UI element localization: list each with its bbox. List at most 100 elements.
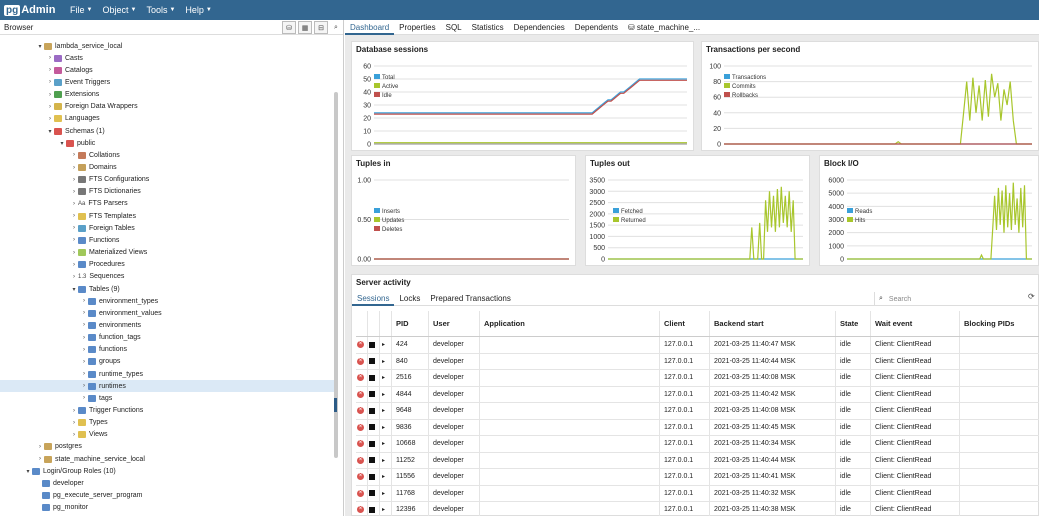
cancel-query-icon[interactable] [369, 490, 375, 497]
tree-node[interactable]: › functions [80, 344, 127, 356]
chevron-right-icon[interactable]: › [80, 371, 88, 377]
expand-row-icon[interactable]: ▸ [382, 341, 385, 348]
chevron-right-icon[interactable]: › [70, 250, 78, 256]
chevron-right-icon[interactable]: › [70, 152, 78, 158]
terminate-session-icon[interactable]: × [357, 456, 364, 464]
chevron-right-icon[interactable]: › [80, 310, 88, 316]
tree-node[interactable]: › environment_types [80, 295, 158, 307]
scrollbar-thumb[interactable] [334, 398, 337, 412]
tree-node[interactable]: › tags [80, 392, 112, 404]
tree-node[interactable]: › Languages [46, 113, 100, 125]
chevron-right-icon[interactable]: › [70, 189, 78, 195]
chevron-down-icon[interactable]: ▾ [58, 140, 66, 147]
table-row[interactable]: × ▸ 11768 developer 127.0.0.1 2021-03-25 11:4… [356, 485, 1039, 502]
column-header[interactable]: User [429, 311, 480, 336]
tab-query-tool[interactable]: ⛁ state_machine_... [623, 20, 705, 35]
cancel-query-icon[interactable] [369, 473, 375, 480]
menu-file[interactable]: File ▼ [70, 5, 92, 15]
column-header[interactable]: Wait event [871, 311, 960, 336]
cancel-query-icon[interactable] [369, 440, 375, 447]
tree-node[interactable]: › Foreign Data Wrappers [46, 101, 138, 113]
chevron-right-icon[interactable]: › [46, 55, 54, 61]
search-box[interactable]: ⌕ Search [874, 292, 1026, 306]
terminate-session-icon[interactable]: × [357, 506, 364, 514]
cancel-query-icon[interactable] [369, 341, 375, 348]
cancel-query-icon[interactable] [369, 391, 375, 398]
table-row[interactable]: × ▸ 9648 developer 127.0.0.1 2021-03-25 11:40… [356, 403, 1039, 420]
menu-object[interactable]: Object ▼ [102, 5, 136, 15]
tab-statistics[interactable]: Statistics [467, 20, 509, 35]
tab-locks[interactable]: Locks [394, 292, 425, 306]
terminate-session-icon[interactable]: × [357, 473, 364, 481]
cancel-query-icon[interactable] [369, 424, 375, 431]
table-row[interactable]: × ▸ 11556 developer 127.0.0.1 2021-03-25 11:4… [356, 469, 1039, 486]
terminate-session-icon[interactable]: × [357, 341, 364, 349]
chevron-right-icon[interactable]: › [70, 225, 78, 231]
tree-node[interactable]: › FTS Configurations [70, 174, 149, 186]
chevron-right-icon[interactable]: › [80, 359, 88, 365]
expand-row-icon[interactable]: ▸ [382, 473, 385, 480]
chevron-right-icon[interactable]: › [46, 67, 54, 73]
chevron-down-icon[interactable]: ▾ [46, 128, 54, 135]
query-tool-icon[interactable]: ⛁ [282, 21, 296, 34]
menu-tools[interactable]: Tools ▼ [146, 5, 175, 15]
column-header[interactable]: Client [660, 311, 710, 336]
tree-node[interactable]: pg_monitor [34, 502, 88, 514]
column-header[interactable]: State [836, 311, 871, 336]
cancel-query-icon[interactable] [369, 374, 375, 381]
tree-node[interactable]: ▾ Login/Group Roles (10) [24, 465, 116, 477]
expand-row-icon[interactable]: ▸ [382, 457, 385, 464]
chevron-right-icon[interactable]: › [70, 165, 78, 171]
table-row[interactable]: × ▸ 2516 developer 127.0.0.1 2021-03-25 11:40… [356, 370, 1039, 387]
tree-node[interactable]: developer [34, 477, 84, 489]
chevron-right-icon[interactable]: › [46, 104, 54, 110]
menu-help[interactable]: Help ▼ [185, 5, 211, 15]
expand-row-icon[interactable]: ▸ [382, 391, 385, 398]
column-header[interactable]: Blocking PIDs [960, 311, 1030, 336]
chevron-right-icon[interactable]: › [70, 177, 78, 183]
tree-node[interactable]: › Views [70, 429, 108, 441]
tree-node[interactable]: › Aa FTS Parsers [70, 198, 128, 210]
tree-node[interactable]: ▾ public [58, 137, 95, 149]
tree-node[interactable]: › runtime_types [80, 368, 143, 380]
tree-node[interactable]: › function_tags [80, 332, 141, 344]
expand-row-icon[interactable]: ▸ [382, 440, 385, 447]
table-row[interactable]: × ▸ 840 developer 127.0.0.1 2021-03-25 11:40:… [356, 353, 1039, 370]
column-header[interactable]: Backend start [710, 311, 836, 336]
chevron-right-icon[interactable]: › [70, 274, 78, 280]
tab-prepared-transactions[interactable]: Prepared Transactions [425, 292, 516, 306]
tree-node[interactable]: › Foreign Tables [70, 222, 135, 234]
tree-node[interactable]: › Collations [70, 149, 120, 161]
expand-row-icon[interactable]: ▸ [382, 374, 385, 381]
tab-properties[interactable]: Properties [394, 20, 440, 35]
chevron-right-icon[interactable]: › [80, 335, 88, 341]
table-row[interactable]: × ▸ 424 developer 127.0.0.1 2021-03-25 11:40:… [356, 337, 1039, 354]
chevron-right-icon[interactable]: › [80, 298, 88, 304]
tree-node[interactable]: ▾ lambda_service_local [36, 40, 122, 52]
tree-node[interactable]: › Functions [70, 234, 119, 246]
table-row[interactable]: × ▸ 10668 developer 127.0.0.1 2021-03-25 11:4… [356, 436, 1039, 453]
tree-node[interactable]: › Domains [70, 162, 117, 174]
chevron-down-icon[interactable]: ▾ [70, 286, 78, 293]
chevron-right-icon[interactable]: › [46, 92, 54, 98]
tree-node[interactable]: › Catalogs [46, 64, 93, 76]
tree-node[interactable]: › Extensions [46, 89, 99, 101]
tree-node[interactable]: › postgres [36, 441, 82, 453]
chevron-right-icon[interactable]: › [70, 408, 78, 414]
chevron-right-icon[interactable]: › [46, 79, 54, 85]
tree-node[interactable]: ▾ Tables (9) [70, 283, 120, 295]
table-row[interactable]: × ▸ 4844 developer 127.0.0.1 2021-03-25 11:40… [356, 386, 1039, 403]
tree-node[interactable]: › Casts [46, 52, 83, 64]
tree-node[interactable]: › FTS Templates [70, 210, 136, 222]
tree-node[interactable]: › FTS Dictionaries [70, 186, 141, 198]
table-row[interactable]: × ▸ 9836 developer 127.0.0.1 2021-03-25 11:40… [356, 419, 1039, 436]
view-data-icon[interactable]: ▦ [298, 21, 312, 34]
chevron-right-icon[interactable]: › [36, 456, 44, 462]
tab-dashboard[interactable]: Dashboard [345, 20, 395, 35]
expand-row-icon[interactable]: ▸ [382, 358, 385, 365]
tab-dependents[interactable]: Dependents [570, 20, 623, 35]
search-objects-icon[interactable]: ⌕ [329, 21, 343, 34]
expand-row-icon[interactable]: ▸ [382, 407, 385, 414]
tree-node[interactable]: › environments [80, 319, 141, 331]
search-input[interactable]: Search [889, 296, 911, 303]
